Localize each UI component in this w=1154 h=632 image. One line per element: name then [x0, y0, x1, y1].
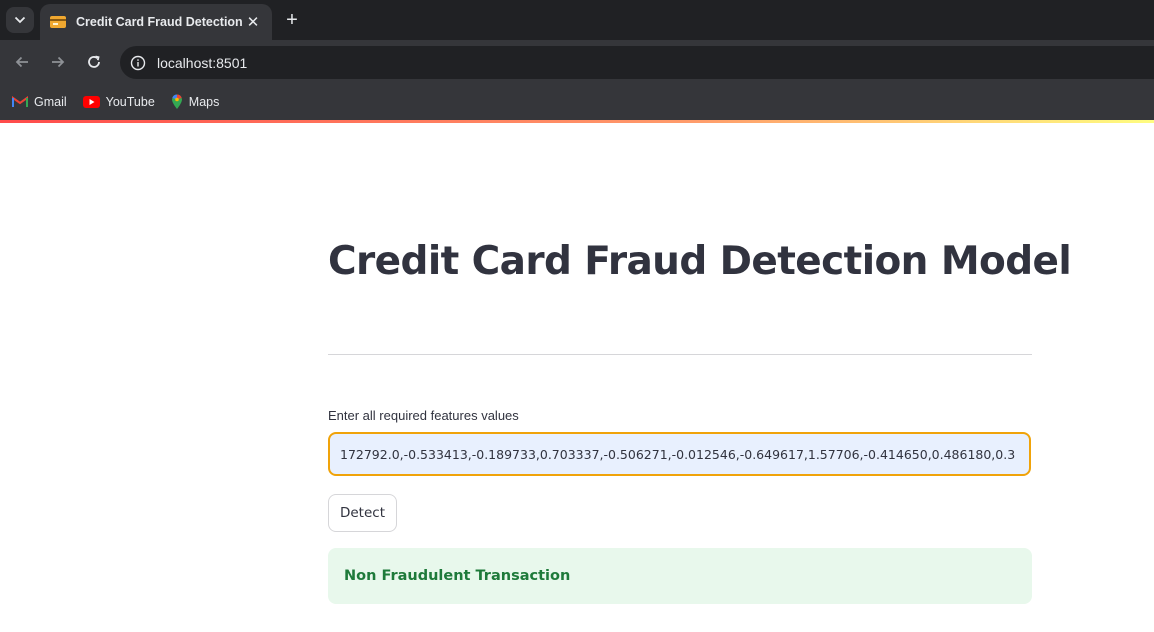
features-input-label: Enter all required features values [328, 408, 519, 423]
browser-tab-bar: Credit Card Fraud Detection ✕ + [0, 0, 1154, 40]
forward-button[interactable] [46, 50, 70, 74]
result-success-alert: Non Fraudulent Transaction [328, 548, 1032, 604]
reload-icon [88, 55, 100, 68]
credit-card-icon [50, 16, 66, 28]
maps-icon [171, 94, 183, 110]
page-title: Credit Card Fraud Detection Model [328, 239, 1072, 284]
divider [328, 354, 1032, 355]
close-tab-icon[interactable]: ✕ [244, 13, 262, 31]
youtube-icon [82, 96, 100, 108]
bookmark-youtube[interactable]: YouTube [82, 95, 155, 109]
tab-search-button[interactable] [6, 7, 34, 33]
forward-arrow-icon [52, 56, 65, 68]
bookmarks-bar: Gmail YouTube Maps [0, 84, 1154, 120]
browser-toolbar: localhost:8501 [0, 40, 1154, 84]
address-bar[interactable]: localhost:8501 [120, 46, 1154, 79]
gmail-icon [12, 96, 28, 108]
back-button[interactable] [10, 50, 34, 74]
bookmark-label: YouTube [105, 95, 155, 109]
bookmark-gmail[interactable]: Gmail [12, 95, 67, 109]
url-text: localhost:8501 [157, 54, 248, 71]
new-tab-button[interactable]: + [282, 9, 302, 31]
features-input[interactable] [328, 432, 1031, 476]
site-info-icon[interactable] [128, 53, 148, 73]
detect-button[interactable]: Detect [328, 494, 397, 532]
back-arrow-icon [15, 56, 28, 68]
app-header-decoration [0, 120, 1154, 123]
chevron-down-icon [14, 16, 26, 24]
result-text: Non Fraudulent Transaction [344, 568, 571, 584]
bookmark-maps[interactable]: Maps [171, 94, 220, 110]
active-tab[interactable]: Credit Card Fraud Detection ✕ [40, 4, 272, 40]
bookmark-label: Maps [188, 95, 220, 109]
tab-title: Credit Card Fraud Detection [76, 15, 243, 29]
bookmark-label: Gmail [34, 95, 67, 109]
reload-button[interactable] [82, 50, 106, 74]
